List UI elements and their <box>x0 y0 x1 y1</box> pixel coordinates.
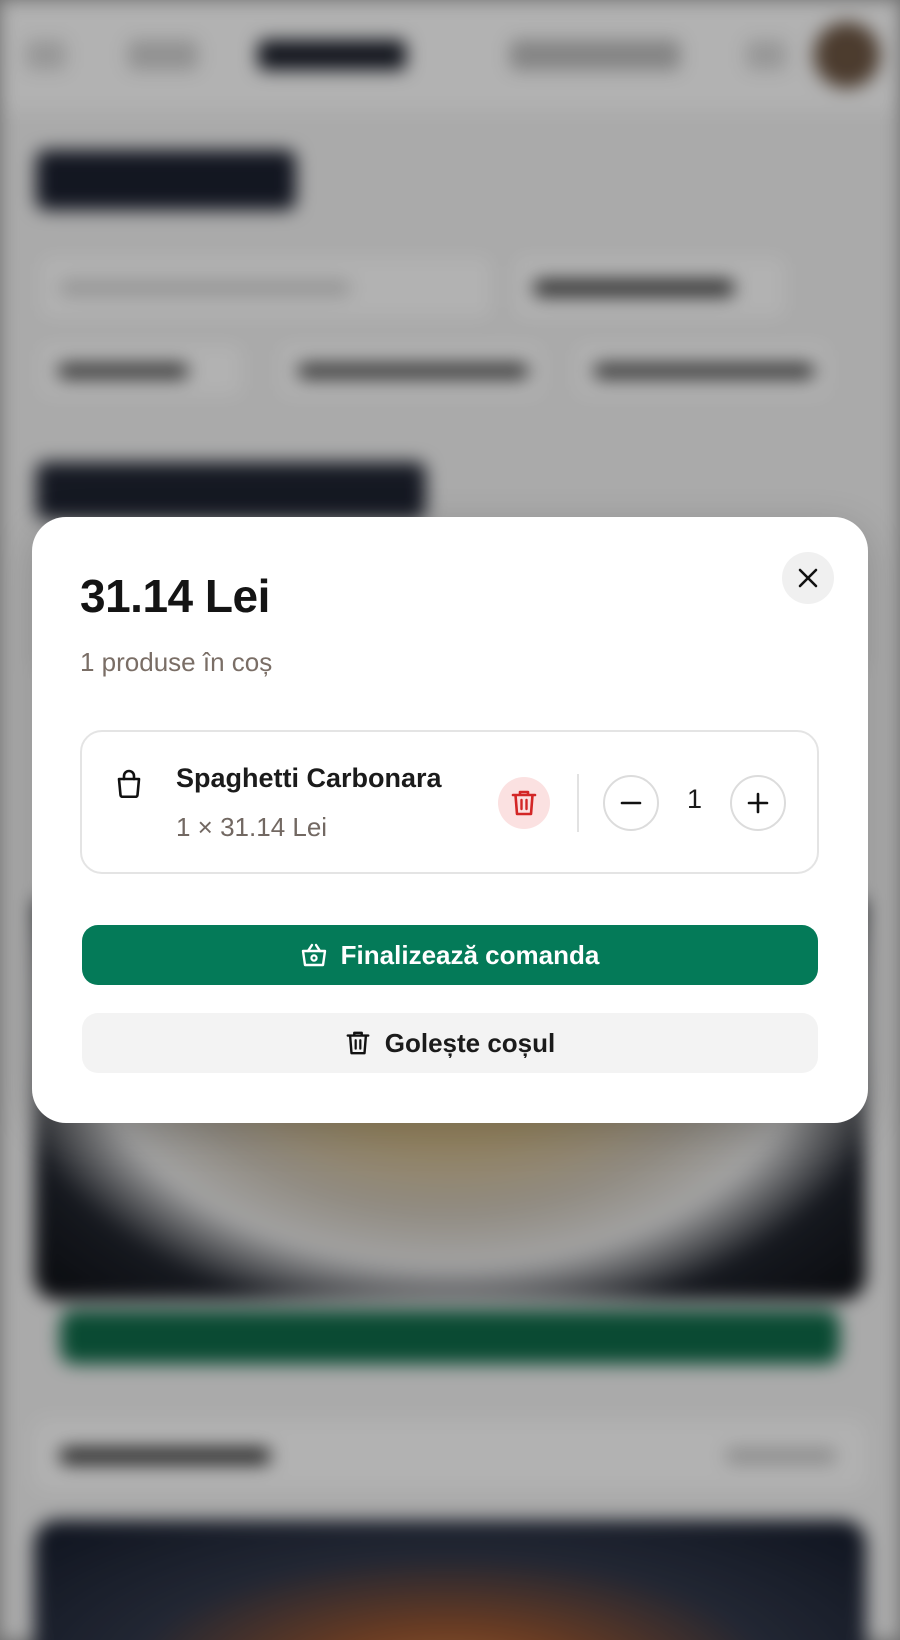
checkout-button[interactable]: Finalizează comanda <box>82 925 818 985</box>
plus-icon <box>747 792 769 814</box>
cart-item-price: 1 × 31.14 Lei <box>176 812 328 842</box>
minus-icon <box>620 801 642 805</box>
empty-cart-button[interactable]: Golește coșul <box>82 1013 818 1073</box>
checkout-button-label: Finalizează comanda <box>340 939 600 970</box>
quantity-value: 1 <box>686 784 703 814</box>
shopping-bag-icon <box>117 769 141 798</box>
cart-modal: 31.14 Lei 1 produse în coș Spaghetti Car… <box>32 517 868 1123</box>
close-icon <box>798 568 818 588</box>
cart-total: 31.14 Lei <box>80 570 270 622</box>
increase-quantity-button[interactable] <box>730 775 786 831</box>
basket-icon <box>301 943 326 967</box>
cart-item-name: Spaghetti Carbonara <box>176 763 442 793</box>
item-divider <box>577 774 579 832</box>
cart-item: Spaghetti Carbonara 1 × 31.14 Lei 1 <box>80 730 819 874</box>
cart-item-count: 1 produse în coș <box>80 647 273 677</box>
remove-item-button[interactable] <box>498 777 550 829</box>
trash-icon <box>346 1031 370 1055</box>
empty-cart-button-label: Golește coșul <box>384 1027 556 1058</box>
trash-icon <box>511 790 537 816</box>
decrease-quantity-button[interactable] <box>603 775 659 831</box>
close-button[interactable] <box>782 552 834 604</box>
